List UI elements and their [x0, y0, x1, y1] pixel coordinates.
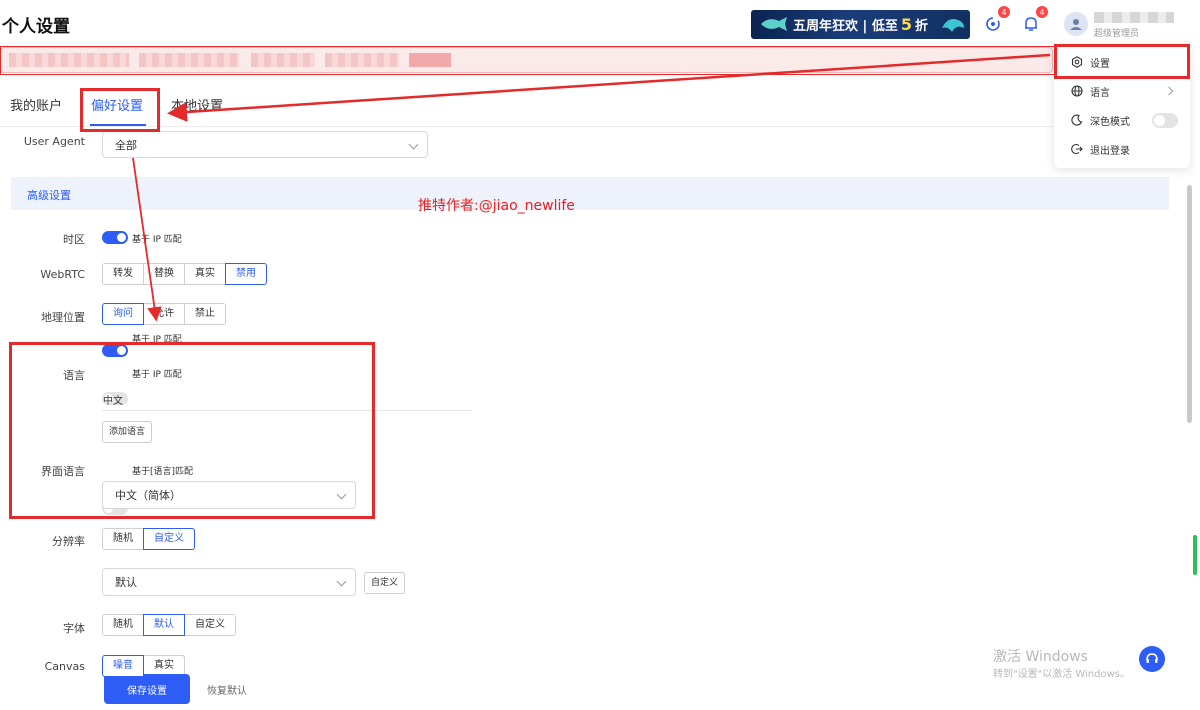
user-name-blurred: [1094, 12, 1174, 23]
user-role: 超级管理员: [1094, 29, 1140, 39]
user-avatar-icon: [1070, 19, 1082, 30]
dragon-icon: [942, 19, 964, 32]
ua-select[interactable]: 全部: [102, 131, 428, 158]
menu-item-logout[interactable]: 退出登录: [1054, 136, 1190, 162]
add-language-button[interactable]: 添加语言: [102, 421, 153, 443]
font-label: 字体: [63, 622, 85, 635]
geo-deny[interactable]: 禁止: [184, 303, 226, 325]
headset-icon: [1146, 653, 1158, 663]
notification-badge: 4: [1036, 6, 1048, 18]
ui-language-label: 界面语言: [41, 465, 85, 478]
side-indicator: [1193, 535, 1197, 575]
activate-windows-subtitle: 转到"设置"以激活 Windows。: [993, 669, 1131, 680]
user-dropdown-menu: 设置 语言 深色模式 退出登录: [1054, 44, 1190, 168]
menu-item-language[interactable]: 语言: [1054, 78, 1190, 104]
tabs-divider: [0, 126, 1185, 127]
geo-toggle[interactable]: [102, 344, 128, 357]
canvas-label: Canvas: [44, 660, 85, 673]
language-label: 语言: [63, 369, 85, 382]
timezone-toggle[interactable]: [102, 231, 128, 244]
promo-post: 折: [914, 19, 928, 34]
geo-allow[interactable]: 允许: [143, 303, 185, 325]
logout-icon: [1071, 143, 1083, 155]
sync-button[interactable]: 4: [979, 6, 1010, 38]
geo-label: 地理位置: [41, 311, 85, 324]
resolution-custom-button[interactable]: 自定义: [364, 572, 406, 594]
menu-item-dark-mode[interactable]: 深色模式: [1054, 107, 1190, 133]
gear-icon: [1071, 56, 1083, 68]
webrtc-forward[interactable]: 转发: [102, 263, 144, 285]
bell-icon: [1025, 17, 1037, 31]
sync-icon: [986, 17, 1000, 31]
geo-segment[interactable]: 询问 允许 禁止: [102, 303, 226, 325]
section-title: 高级设置: [27, 189, 71, 202]
ui-language-value: 中文（简体）: [115, 489, 181, 502]
tab-preferences[interactable]: 偏好设置: [91, 95, 143, 114]
ui-language-select[interactable]: 中文（简体）: [102, 481, 356, 509]
promo-discount: 5: [900, 15, 912, 34]
timezone-toggle-text: 基于 IP 匹配: [132, 235, 182, 245]
promo-banner[interactable]: 五周年狂欢 | 低至 5 折: [751, 10, 970, 39]
language-toggle-text: 基于 IP 匹配: [132, 370, 182, 380]
resolution-label: 分辨率: [52, 535, 85, 548]
resolution-custom[interactable]: 自定义: [143, 528, 195, 550]
sync-badge: 4: [998, 6, 1010, 18]
timezone-label: 时区: [63, 233, 85, 246]
globe-icon: [1071, 85, 1083, 97]
webrtc-replace[interactable]: 替换: [143, 263, 185, 285]
scrollbar-thumb[interactable]: [1187, 185, 1192, 423]
font-custom[interactable]: 自定义: [184, 614, 236, 636]
font-random[interactable]: 随机: [102, 614, 144, 636]
webrtc-disable[interactable]: 禁用: [225, 263, 267, 285]
webrtc-label: WebRTC: [40, 268, 85, 281]
menu-settings-label: 设置: [1090, 58, 1110, 70]
ua-value: 全部: [115, 138, 137, 152]
help-button[interactable]: [1139, 646, 1165, 672]
fish-icon: [761, 17, 787, 31]
notification-button[interactable]: 4: [1017, 6, 1048, 38]
activate-windows-title: 激活 Windows: [993, 649, 1088, 665]
advanced-section-header: 高级设置: [11, 177, 1169, 210]
resolution-random[interactable]: 随机: [102, 528, 144, 550]
chevron-down-icon: [336, 576, 347, 587]
font-segment[interactable]: 随机 默认 自定义: [102, 614, 236, 636]
chevron-right-icon: [1164, 86, 1174, 96]
webrtc-segment[interactable]: 转发 替换 真实 禁用: [102, 263, 267, 285]
geo-ask[interactable]: 询问: [102, 303, 144, 325]
menu-dark-mode-label: 深色模式: [1090, 116, 1130, 128]
language-divider: [102, 410, 472, 411]
dark-mode-toggle[interactable]: [1152, 113, 1178, 128]
notice-bar: [0, 47, 1053, 73]
font-default[interactable]: 默认: [143, 614, 185, 636]
geo-toggle-text: 基于 IP 匹配: [132, 335, 182, 345]
language-value: 中文: [103, 396, 123, 407]
chevron-down-icon: [336, 489, 347, 500]
menu-language-label: 语言: [1090, 87, 1110, 99]
ua-label: User Agent: [23, 135, 85, 148]
page-title: 个人设置: [2, 17, 70, 37]
ui-language-toggle-text: 基于[语言]匹配: [132, 467, 194, 477]
chevron-down-icon: [408, 139, 419, 150]
webrtc-real[interactable]: 真实: [184, 263, 226, 285]
resolution-segment[interactable]: 随机 自定义: [102, 528, 195, 550]
resolution-value: 默认: [115, 576, 137, 589]
tab-local-settings[interactable]: 本地设置: [171, 95, 223, 114]
menu-logout-label: 退出登录: [1090, 145, 1130, 157]
menu-item-settings[interactable]: 设置: [1054, 49, 1190, 75]
author-watermark: 推特作者:@jiao_newlife: [418, 198, 575, 214]
canvas-noise[interactable]: 噪音: [102, 655, 144, 677]
save-settings-button[interactable]: 保存设置: [104, 674, 190, 704]
moon-icon: [1071, 114, 1083, 126]
tab-my-account[interactable]: 我的账户: [10, 95, 62, 114]
resolution-select[interactable]: 默认: [102, 568, 356, 596]
avatar[interactable]: [1064, 12, 1088, 36]
reset-defaults-button[interactable]: 恢复默认: [207, 682, 247, 697]
promo-pre: 五周年狂欢 | 低至: [793, 19, 898, 34]
